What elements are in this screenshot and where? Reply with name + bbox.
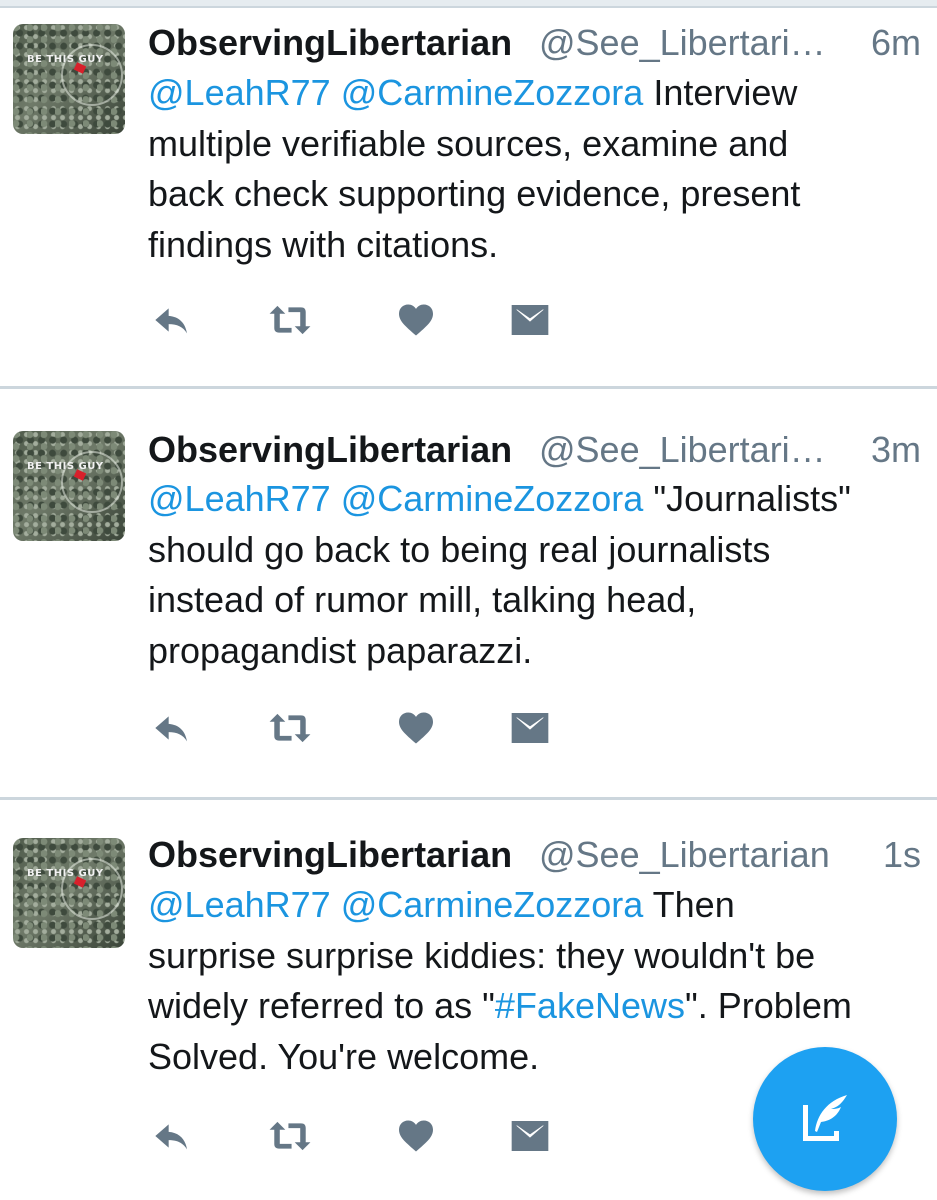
retweet-icon (269, 305, 311, 335)
tweet-divider (0, 797, 937, 800)
hashtag-link[interactable]: #FakeNews (495, 985, 685, 1026)
compose-tweet-icon (803, 1095, 847, 1141)
tweet-text-line: back check supporting evidence, present (148, 173, 801, 214)
tweet-header: ObservingLibertarian @See_Libertarian 1s (148, 832, 921, 878)
retweet-button[interactable] (268, 300, 312, 340)
avatar-caption: BE THIS GUY (27, 54, 104, 65)
tweet-text-line: propagandist paparazzi. (148, 629, 533, 671)
tweet-text-line: should go back to being real journalists (148, 528, 771, 570)
like-button[interactable] (394, 300, 438, 340)
tweet-text-line: Solved. You're welcome. (148, 1035, 540, 1077)
like-button[interactable] (394, 1116, 438, 1156)
reply-button[interactable] (150, 300, 194, 340)
reply-icon (155, 1124, 187, 1150)
reply-icon (155, 716, 187, 742)
timestamp[interactable]: 6m (871, 20, 921, 66)
tweet-text-line: "Journalists" (653, 478, 851, 519)
mention-link[interactable]: @LeahR77 (148, 884, 331, 925)
like-button[interactable] (394, 708, 438, 748)
display-name[interactable]: ObservingLibertarian (148, 20, 512, 66)
tweet-text: @LeahR77 @CarmineZozzora Interview multi… (148, 68, 923, 270)
top-divider (0, 0, 937, 8)
tweet-divider (0, 386, 937, 389)
tweet-header: ObservingLibertarian @See_Libertari… 3m (148, 427, 921, 473)
user-handle[interactable]: @See_Libertari… (539, 20, 826, 66)
like-icon (399, 1120, 433, 1152)
tweet-text-line: ". Problem (685, 985, 852, 1026)
retweet-button[interactable] (268, 708, 312, 748)
direct-message-button[interactable] (508, 300, 552, 340)
avatar[interactable]: BE THIS GUY (13, 431, 125, 541)
tweet-text-line: widely referred to as " (148, 985, 495, 1026)
tweet-text-line: instead of rumor mill, talking head, (148, 579, 697, 620)
direct-message-icon (511, 305, 549, 335)
retweet-icon (269, 1121, 311, 1151)
tweet-text-line: surprise surprise kiddies: they wouldn't… (148, 934, 816, 976)
timestamp[interactable]: 3m (871, 427, 921, 473)
mention-link[interactable]: @CarmineZozzora (341, 884, 644, 925)
tweet-text-line: multiple verifiable sources, examine and (148, 122, 789, 164)
display-name[interactable]: ObservingLibertarian (148, 427, 512, 473)
user-handle[interactable]: @See_Libertarian (539, 832, 830, 878)
reply-icon (155, 308, 187, 334)
mention-link[interactable]: @CarmineZozzora (341, 72, 644, 113)
avatar[interactable]: BE THIS GUY (13, 24, 125, 134)
avatar-caption: BE THIS GUY (27, 461, 104, 472)
direct-message-icon (511, 713, 549, 743)
mention-link[interactable]: @LeahR77 (148, 72, 331, 113)
tweet-text: @LeahR77 @CarmineZozzora "Journalists" s… (148, 474, 923, 676)
direct-message-button[interactable] (508, 708, 552, 748)
like-icon (399, 712, 433, 744)
tweet-header: ObservingLibertarian @See_Libertari… 6m (148, 20, 921, 66)
direct-message-button[interactable] (508, 1116, 552, 1156)
mention-link[interactable]: @CarmineZozzora (341, 478, 644, 519)
avatar-caption: BE THIS GUY (27, 868, 104, 879)
reply-button[interactable] (150, 708, 194, 748)
avatar[interactable]: BE THIS GUY (13, 838, 125, 948)
reply-button[interactable] (150, 1116, 194, 1156)
retweet-button[interactable] (268, 1116, 312, 1156)
retweet-icon (269, 713, 311, 743)
timestamp[interactable]: 1s (883, 832, 921, 878)
tweet-text-line: Interview (653, 72, 798, 113)
display-name[interactable]: ObservingLibertarian (148, 832, 512, 878)
mention-link[interactable]: @LeahR77 (148, 478, 331, 519)
compose-tweet-button[interactable] (753, 1047, 897, 1191)
like-icon (399, 304, 433, 336)
user-handle[interactable]: @See_Libertari… (539, 427, 826, 473)
tweet-text-line: findings with citations. (148, 223, 499, 265)
direct-message-icon (511, 1121, 549, 1151)
tweet-text-line: Then (652, 884, 735, 925)
